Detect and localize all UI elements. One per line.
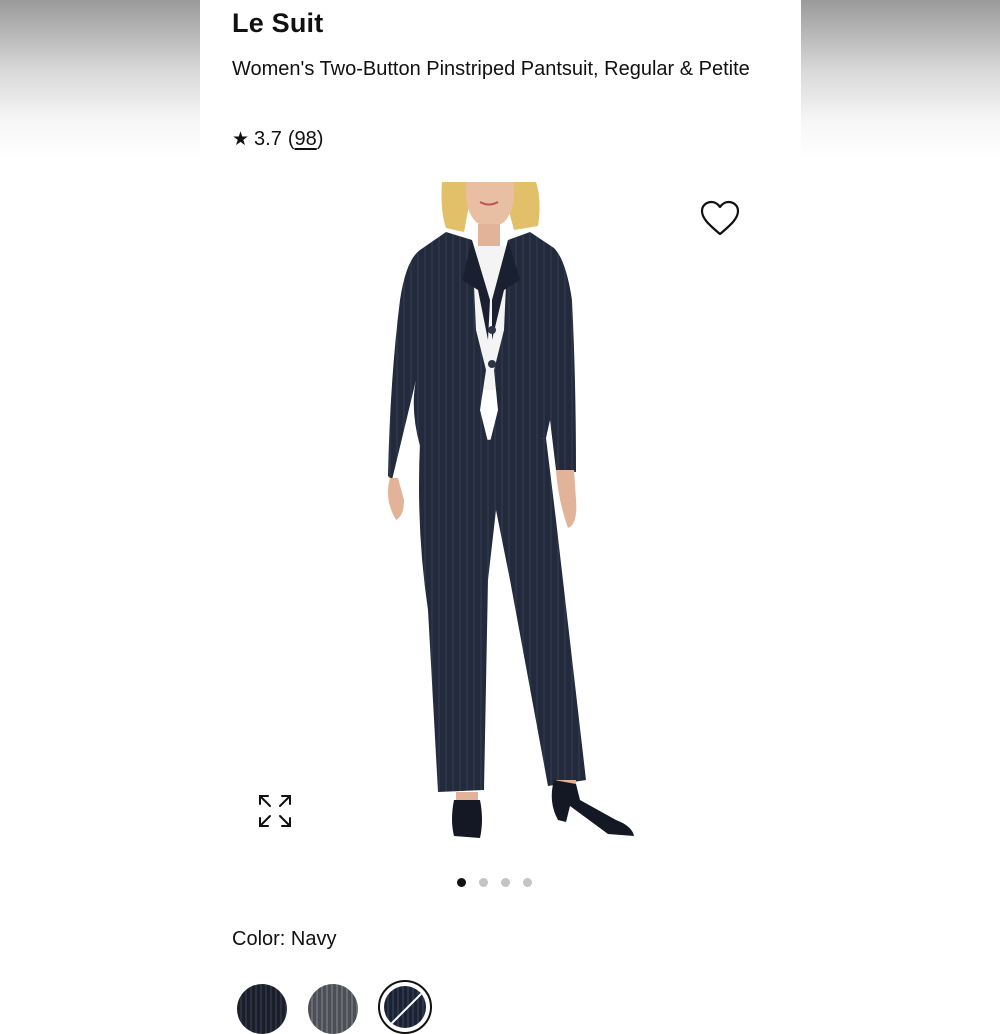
carousel-dot-2[interactable] [479, 878, 488, 887]
wishlist-heart-button[interactable] [700, 200, 740, 238]
color-swatch-gray-pinstripe[interactable] [308, 984, 358, 1034]
swatch-inner [384, 986, 426, 1028]
product-title: Women's Two-Button Pinstriped Pantsuit, … [232, 58, 750, 80]
rating-score: 3.7 [254, 128, 282, 150]
rating-open-paren: ( [287, 128, 295, 150]
heart-outline-icon [700, 200, 740, 236]
color-swatch-navy-selected[interactable] [378, 980, 432, 1034]
carousel-dot-4[interactable] [523, 878, 532, 887]
background-right-panel [801, 0, 1000, 1000]
rating-close-paren: ) [316, 128, 324, 150]
background-left-panel [0, 0, 200, 1000]
color-label: Color: Navy [232, 928, 337, 950]
product-image[interactable] [380, 180, 640, 845]
image-carousel-dots [457, 878, 532, 887]
carousel-dot-3[interactable] [501, 878, 510, 887]
rating: ★ 3.7 (98) [232, 128, 323, 151]
expand-arrows-icon [259, 795, 291, 827]
color-swatch-black-pinstripe[interactable] [237, 984, 287, 1034]
expand-image-button[interactable] [257, 793, 293, 829]
review-count-link[interactable]: 98 [295, 128, 317, 151]
star-icon: ★ [232, 129, 250, 150]
product-page: Le Suit Women's Two-Button Pinstriped Pa… [200, 0, 801, 1034]
carousel-dot-1[interactable] [457, 878, 466, 887]
brand-name[interactable]: Le Suit [232, 8, 323, 39]
